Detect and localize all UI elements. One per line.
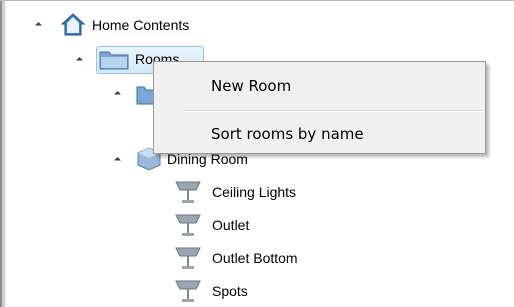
lamp-icon [172, 212, 204, 238]
tree-node-label: Spots [212, 283, 248, 299]
tree-node-home-contents[interactable]: Home Contents [60, 12, 189, 38]
lamp-icon [172, 245, 204, 271]
menu-item-new-room[interactable]: New Room [155, 68, 484, 104]
tree-node-label: Ceiling Lights [212, 184, 297, 200]
tree-node-light[interactable]: Outlet [172, 212, 249, 238]
tree-node-label: Outlet Bottom [212, 250, 298, 266]
tree-node-light[interactable]: Outlet Bottom [172, 245, 298, 271]
tree-node-label: Outlet [212, 217, 250, 233]
collapse-triangle-icon[interactable] [34, 21, 43, 30]
menu-separator-highlight [184, 111, 484, 112]
menu-item-label: Sort rooms by name [211, 125, 364, 143]
tree-node-light[interactable]: Ceiling Lights [172, 179, 296, 205]
lamp-icon [172, 278, 204, 304]
tree-view-top-border [0, 0, 514, 1]
tree-node-light[interactable]: Spots [172, 278, 248, 304]
folder-icon [99, 48, 129, 70]
context-menu: New Room Sort rooms by name [153, 61, 486, 154]
tree-node-label: Home Contents [92, 17, 190, 33]
collapse-triangle-icon[interactable] [113, 156, 122, 165]
house-icon [60, 12, 86, 38]
menu-item-sort-rooms[interactable]: Sort rooms by name [155, 116, 484, 152]
lamp-icon [172, 179, 204, 205]
collapse-triangle-icon[interactable] [113, 90, 122, 99]
menu-item-label: New Room [211, 77, 292, 95]
collapse-triangle-icon[interactable] [75, 56, 84, 65]
tree-view-border [0, 0, 9, 307]
tree-view: Home Contents Rooms Dining Room Ceiling … [0, 0, 514, 307]
